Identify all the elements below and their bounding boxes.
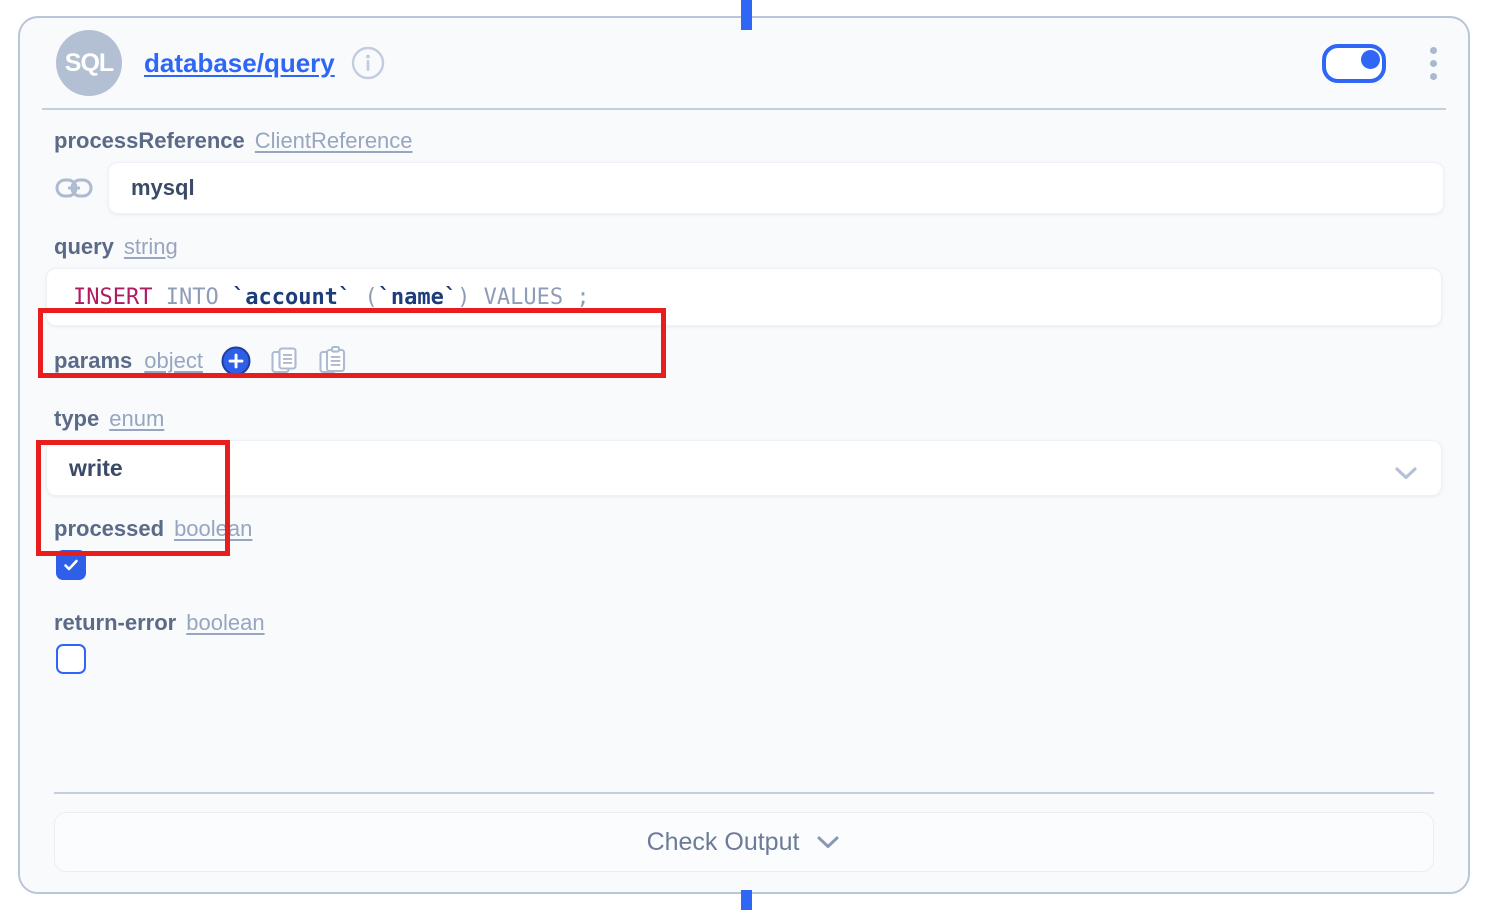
field-key: type	[54, 406, 100, 431]
type-select[interactable]: write	[46, 440, 1442, 496]
sql-token-keyword: INSERT	[73, 284, 153, 310]
query-input[interactable]: INSERT INTO `account` (`name`) VALUES ;	[46, 268, 1442, 326]
clipboard-paste-icon[interactable]	[319, 345, 347, 376]
field-key: processed	[54, 516, 165, 541]
processed-checkbox[interactable]	[56, 550, 86, 580]
field-type[interactable]: ClientReference	[255, 128, 413, 154]
sql-token-paren-close: )	[457, 284, 471, 310]
process-reference-input[interactable]: mysql	[108, 162, 1444, 214]
kebab-dot	[1429, 72, 1437, 80]
node-body: processReference ClientReference mysql q…	[20, 110, 1468, 792]
params-row: params object	[54, 345, 1444, 376]
process-reference-label: processReference ClientReference	[54, 128, 1444, 154]
node-header: SQL database/query	[20, 18, 1468, 108]
field-type[interactable]: boolean	[186, 610, 264, 636]
sql-token-table: `account`	[231, 284, 352, 310]
sql-node-card: SQL database/query processReference Clie…	[18, 16, 1470, 894]
field-type[interactable]: string	[124, 234, 178, 260]
kebab-dot	[1429, 59, 1437, 67]
type-select-value: write	[69, 454, 123, 481]
check-mark-icon	[64, 559, 78, 571]
processed-label: processed boolean	[54, 516, 1444, 542]
chevron-down-icon	[1393, 460, 1419, 480]
sql-token-values: VALUES ;	[470, 284, 590, 310]
sql-token-space	[219, 285, 232, 310]
chevron-down-icon	[815, 828, 841, 857]
plus-circle-icon[interactable]	[221, 346, 251, 376]
sql-token-into: INTO	[165, 284, 219, 310]
copy-icon[interactable]	[271, 346, 299, 376]
kebab-menu-icon[interactable]	[1420, 46, 1446, 80]
process-reference-row: mysql	[44, 162, 1444, 214]
field-key: processReference	[54, 128, 245, 153]
query-label: query string	[54, 234, 1444, 260]
info-circle-icon[interactable]	[351, 46, 385, 80]
toggle-knob	[1361, 49, 1380, 69]
sql-token-paren-open: (	[364, 284, 378, 310]
node-footer: Check Output	[20, 792, 1468, 892]
field-key: return-error	[54, 610, 177, 635]
avatar-label: SQL	[64, 48, 114, 77]
return-error-checkbox[interactable]	[56, 644, 86, 674]
sql-token-space	[351, 285, 364, 310]
sql-avatar: SQL	[56, 30, 122, 96]
kebab-dot	[1429, 46, 1437, 54]
field-key: params	[54, 348, 133, 373]
check-output-label: Check Output	[646, 827, 800, 856]
return-error-label: return-error boolean	[54, 610, 1444, 636]
field-key: query	[54, 234, 114, 259]
flow-connector-bottom	[741, 890, 752, 910]
flow-connector-top	[741, 0, 752, 30]
node-title-link[interactable]: database/query	[144, 48, 335, 79]
link-chain-icon[interactable]	[54, 174, 94, 202]
sql-token-space	[152, 285, 165, 310]
footer-divider	[54, 792, 1434, 794]
check-output-button[interactable]: Check Output	[54, 812, 1434, 872]
sql-token-column: `name`	[377, 284, 458, 310]
field-type[interactable]: enum	[109, 406, 164, 432]
field-type[interactable]: object	[144, 348, 203, 374]
field-type[interactable]: boolean	[174, 516, 252, 542]
node-enable-toggle[interactable]	[1322, 43, 1386, 83]
type-label: type enum	[54, 406, 1444, 432]
